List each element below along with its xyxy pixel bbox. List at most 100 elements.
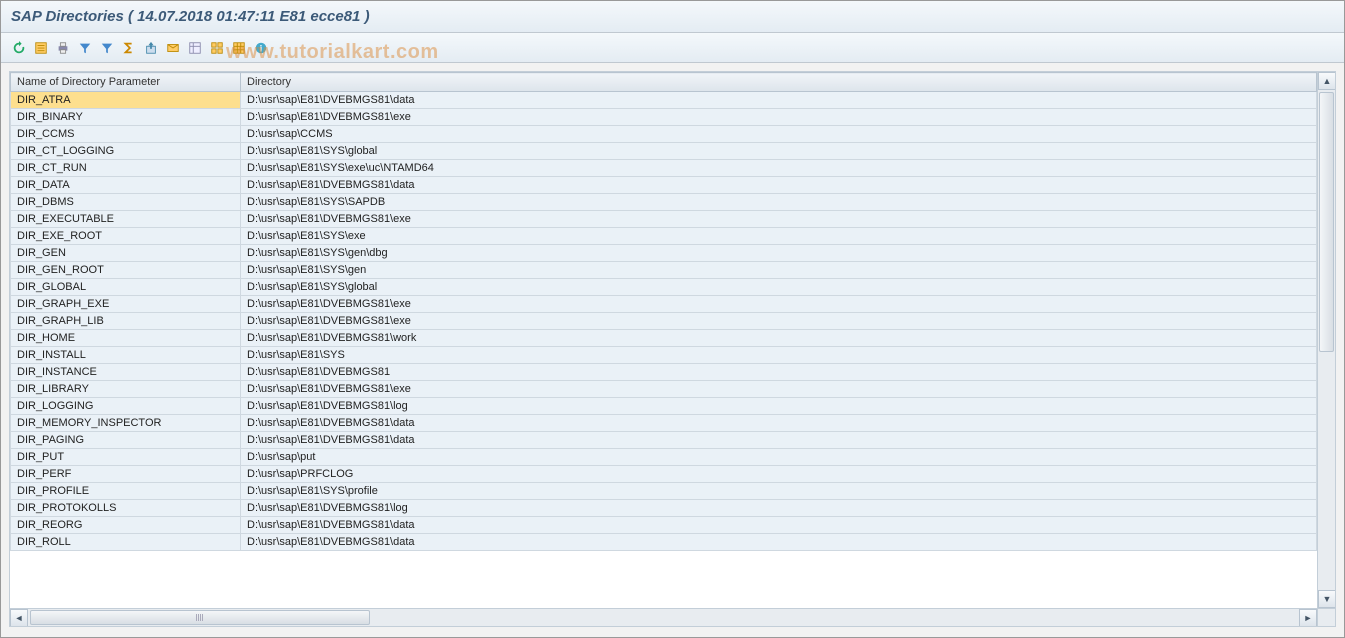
table-row[interactable]: DIR_MEMORY_INSPECTORD:\usr\sap\E81\DVEBM… (11, 415, 1317, 432)
vertical-scrollbar[interactable]: ▲ ▼ (1317, 72, 1335, 608)
table-row[interactable]: DIR_HOMED:\usr\sap\E81\DVEBMGS81\work (11, 330, 1317, 347)
cell-param-name[interactable]: DIR_LOGGING (11, 398, 241, 415)
cell-param-name[interactable]: DIR_GLOBAL (11, 279, 241, 296)
cell-directory[interactable]: D:\usr\sap\E81\SYS\gen (241, 262, 1317, 279)
hscroll-thumb[interactable] (30, 610, 370, 625)
save-layout-icon[interactable] (229, 38, 249, 58)
table-row[interactable]: DIR_REORGD:\usr\sap\E81\DVEBMGS81\data (11, 517, 1317, 534)
cell-directory[interactable]: D:\usr\sap\E81\SYS\gen\dbg (241, 245, 1317, 262)
cell-directory[interactable]: D:\usr\sap\E81\SYS\global (241, 279, 1317, 296)
scroll-up-icon[interactable]: ▲ (1318, 72, 1335, 90)
directory-table[interactable]: Name of Directory Parameter Directory DI… (10, 72, 1317, 551)
cell-directory[interactable]: D:\usr\sap\E81\DVEBMGS81\exe (241, 109, 1317, 126)
table-row[interactable]: DIR_CCMSD:\usr\sap\CCMS (11, 126, 1317, 143)
table-row[interactable]: DIR_EXE_ROOTD:\usr\sap\E81\SYS\exe (11, 228, 1317, 245)
cell-directory[interactable]: D:\usr\sap\E81\DVEBMGS81\log (241, 398, 1317, 415)
cell-directory[interactable]: D:\usr\sap\put (241, 449, 1317, 466)
cell-param-name[interactable]: DIR_CT_RUN (11, 160, 241, 177)
cell-param-name[interactable]: DIR_PROFILE (11, 483, 241, 500)
vscroll-track[interactable] (1318, 90, 1335, 590)
cell-directory[interactable]: D:\usr\sap\E81\DVEBMGS81\exe (241, 313, 1317, 330)
cell-param-name[interactable]: DIR_GRAPH_EXE (11, 296, 241, 313)
cell-param-name[interactable]: DIR_MEMORY_INSPECTOR (11, 415, 241, 432)
column-header-directory[interactable]: Directory (241, 73, 1317, 92)
table-row[interactable]: DIR_DATAD:\usr\sap\E81\DVEBMGS81\data (11, 177, 1317, 194)
table-row[interactable]: DIR_CT_RUND:\usr\sap\E81\SYS\exe\uc\NTAM… (11, 160, 1317, 177)
column-header-name[interactable]: Name of Directory Parameter (11, 73, 241, 92)
cell-param-name[interactable]: DIR_DBMS (11, 194, 241, 211)
cell-directory[interactable]: D:\usr\sap\E81\SYS\exe (241, 228, 1317, 245)
scroll-down-icon[interactable]: ▼ (1318, 590, 1335, 608)
cell-param-name[interactable]: DIR_EXECUTABLE (11, 211, 241, 228)
table-row[interactable]: DIR_EXECUTABLED:\usr\sap\E81\DVEBMGS81\e… (11, 211, 1317, 228)
cell-param-name[interactable]: DIR_ROLL (11, 534, 241, 551)
print-icon[interactable] (53, 38, 73, 58)
cell-directory[interactable]: D:\usr\sap\E81\DVEBMGS81\exe (241, 296, 1317, 313)
cell-param-name[interactable]: DIR_CT_LOGGING (11, 143, 241, 160)
hscroll-track[interactable] (28, 609, 1299, 626)
cell-directory[interactable]: D:\usr\sap\E81\DVEBMGS81\exe (241, 381, 1317, 398)
table-row[interactable]: DIR_GRAPH_EXED:\usr\sap\E81\DVEBMGS81\ex… (11, 296, 1317, 313)
table-row[interactable]: DIR_PUTD:\usr\sap\put (11, 449, 1317, 466)
info-icon[interactable]: i (251, 38, 271, 58)
cell-param-name[interactable]: DIR_EXE_ROOT (11, 228, 241, 245)
cell-param-name[interactable]: DIR_PAGING (11, 432, 241, 449)
cell-directory[interactable]: D:\usr\sap\E81\DVEBMGS81\exe (241, 211, 1317, 228)
cell-directory[interactable]: D:\usr\sap\E81\SYS\global (241, 143, 1317, 160)
table-row[interactable]: DIR_ROLLD:\usr\sap\E81\DVEBMGS81\data (11, 534, 1317, 551)
table-row[interactable]: DIR_INSTANCED:\usr\sap\E81\DVEBMGS81 (11, 364, 1317, 381)
cell-directory[interactable]: D:\usr\sap\E81\DVEBMGS81\data (241, 415, 1317, 432)
cell-directory[interactable]: D:\usr\sap\E81\SYS\exe\uc\NTAMD64 (241, 160, 1317, 177)
table-row[interactable]: DIR_GEND:\usr\sap\E81\SYS\gen\dbg (11, 245, 1317, 262)
mail-icon[interactable] (163, 38, 183, 58)
cell-directory[interactable]: D:\usr\sap\E81\DVEBMGS81\work (241, 330, 1317, 347)
table-row[interactable]: DIR_GEN_ROOTD:\usr\sap\E81\SYS\gen (11, 262, 1317, 279)
table-row[interactable]: DIR_DBMSD:\usr\sap\E81\SYS\SAPDB (11, 194, 1317, 211)
cell-param-name[interactable]: DIR_GEN_ROOT (11, 262, 241, 279)
cell-param-name[interactable]: DIR_DATA (11, 177, 241, 194)
cell-directory[interactable]: D:\usr\sap\E81\DVEBMGS81\data (241, 432, 1317, 449)
table-row[interactable]: DIR_INSTALLD:\usr\sap\E81\SYS (11, 347, 1317, 364)
cell-param-name[interactable]: DIR_PUT (11, 449, 241, 466)
cell-directory[interactable]: D:\usr\sap\E81\DVEBMGS81\data (241, 177, 1317, 194)
table-row[interactable]: DIR_BINARYD:\usr\sap\E81\DVEBMGS81\exe (11, 109, 1317, 126)
cell-param-name[interactable]: DIR_REORG (11, 517, 241, 534)
table-row[interactable]: DIR_CT_LOGGINGD:\usr\sap\E81\SYS\global (11, 143, 1317, 160)
table-row[interactable]: DIR_PROFILED:\usr\sap\E81\SYS\profile (11, 483, 1317, 500)
sum-icon[interactable] (119, 38, 139, 58)
cell-param-name[interactable]: DIR_GRAPH_LIB (11, 313, 241, 330)
table-row[interactable]: DIR_GLOBALD:\usr\sap\E81\SYS\global (11, 279, 1317, 296)
cell-param-name[interactable]: DIR_HOME (11, 330, 241, 347)
cell-param-name[interactable]: DIR_INSTANCE (11, 364, 241, 381)
cell-param-name[interactable]: DIR_PERF (11, 466, 241, 483)
cell-param-name[interactable]: DIR_BINARY (11, 109, 241, 126)
horizontal-scrollbar[interactable]: ◄ ► (10, 608, 1317, 626)
table-row[interactable]: DIR_GRAPH_LIBD:\usr\sap\E81\DVEBMGS81\ex… (11, 313, 1317, 330)
export-icon[interactable] (141, 38, 161, 58)
cell-directory[interactable]: D:\usr\sap\CCMS (241, 126, 1317, 143)
select-layout-icon[interactable] (207, 38, 227, 58)
cell-param-name[interactable]: DIR_ATRA (11, 92, 241, 109)
table-row[interactable]: DIR_PAGINGD:\usr\sap\E81\DVEBMGS81\data (11, 432, 1317, 449)
cell-directory[interactable]: D:\usr\sap\E81\SYS (241, 347, 1317, 364)
cell-param-name[interactable]: DIR_LIBRARY (11, 381, 241, 398)
vscroll-thumb[interactable] (1319, 92, 1334, 352)
table-row[interactable]: DIR_PROTOKOLLSD:\usr\sap\E81\DVEBMGS81\l… (11, 500, 1317, 517)
layout-icon[interactable] (185, 38, 205, 58)
cell-directory[interactable]: D:\usr\sap\E81\DVEBMGS81\data (241, 517, 1317, 534)
table-row[interactable]: DIR_ATRAD:\usr\sap\E81\DVEBMGS81\data (11, 92, 1317, 109)
cell-param-name[interactable]: DIR_PROTOKOLLS (11, 500, 241, 517)
cell-directory[interactable]: D:\usr\sap\E81\DVEBMGS81 (241, 364, 1317, 381)
cell-directory[interactable]: D:\usr\sap\E81\SYS\SAPDB (241, 194, 1317, 211)
table-row[interactable]: DIR_LIBRARYD:\usr\sap\E81\DVEBMGS81\exe (11, 381, 1317, 398)
details-icon[interactable] (31, 38, 51, 58)
cell-param-name[interactable]: DIR_INSTALL (11, 347, 241, 364)
cell-directory[interactable]: D:\usr\sap\PRFCLOG (241, 466, 1317, 483)
cell-param-name[interactable]: DIR_GEN (11, 245, 241, 262)
scroll-left-icon[interactable]: ◄ (10, 609, 28, 626)
scroll-right-icon[interactable]: ► (1299, 609, 1317, 626)
filter-icon[interactable] (75, 38, 95, 58)
cell-directory[interactable]: D:\usr\sap\E81\DVEBMGS81\data (241, 92, 1317, 109)
cell-param-name[interactable]: DIR_CCMS (11, 126, 241, 143)
table-row[interactable]: DIR_PERFD:\usr\sap\PRFCLOG (11, 466, 1317, 483)
